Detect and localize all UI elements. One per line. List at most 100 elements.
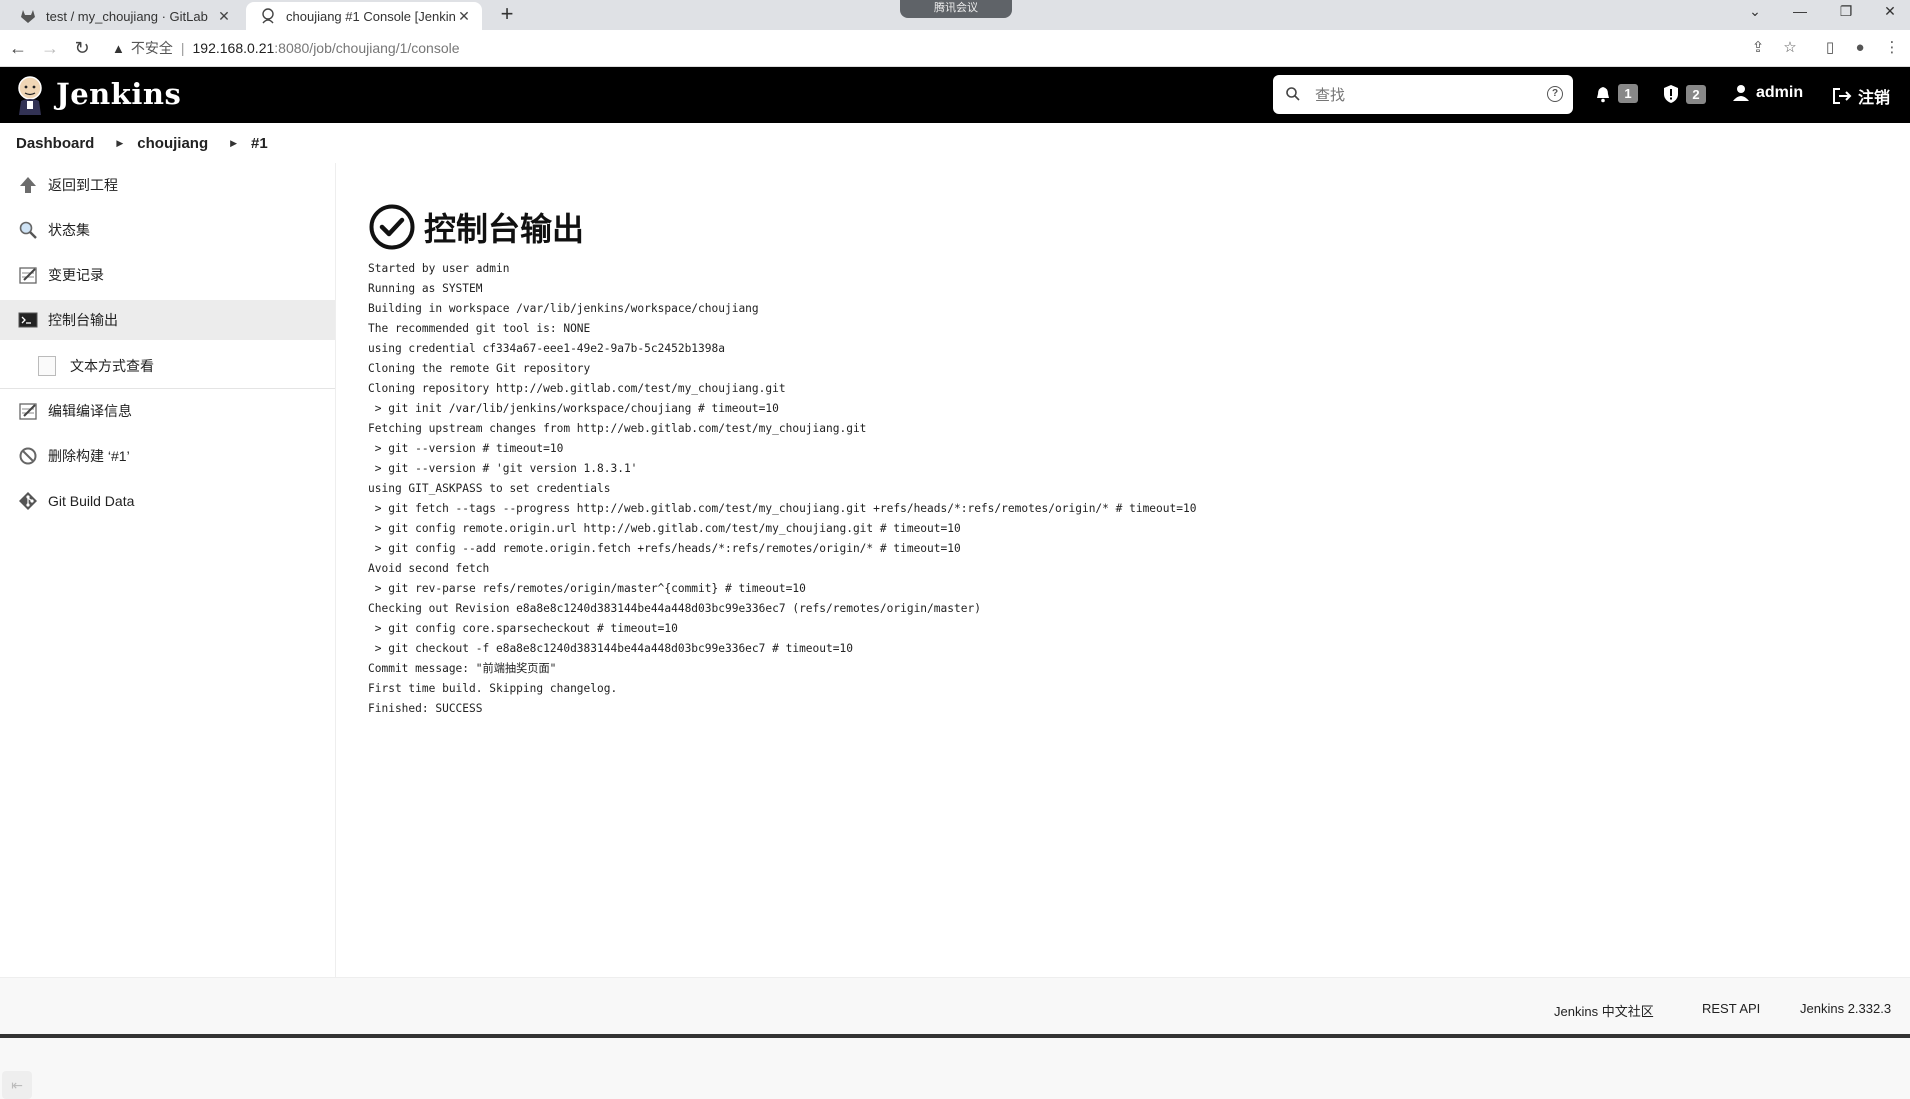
breadcrumb-build[interactable]: #1: [251, 135, 268, 152]
console-line: Running as SYSTEM: [368, 282, 483, 295]
logout-button[interactable]: 注销: [1832, 84, 1890, 108]
breadcrumb-job[interactable]: choujiang: [137, 135, 208, 152]
console-line: using GIT_ASKPASS to set credentials: [368, 482, 611, 495]
sidebar-item-delete-build[interactable]: 删除构建 ‘#1’: [0, 436, 335, 476]
sidebar: 返回到工程 状态集 变更记录 控制台输出 文本方式查看 编辑编译信息 删除构建 …: [0, 163, 336, 1099]
gitlab-icon: [20, 8, 36, 24]
search-box[interactable]: ?: [1273, 75, 1573, 114]
jenkins-header: Jenkins ? 1 2 admin 注销: [0, 67, 1910, 123]
document-icon: [38, 356, 56, 376]
tab-title: test / my_choujiang · GitLab: [46, 8, 208, 24]
back-icon[interactable]: ←: [6, 36, 30, 60]
console-output: Started by user admin Running as SYSTEM Bu…: [368, 259, 1196, 719]
shield-icon: [1664, 85, 1678, 103]
tab-search-icon[interactable]: ⌄: [1735, 0, 1775, 22]
sidebar-item-back-to-project[interactable]: 返回到工程: [0, 165, 335, 205]
notifications-badge: 1: [1618, 84, 1638, 103]
terminal-icon: [16, 308, 40, 332]
sidebar-item-label: 删除构建 ‘#1’: [48, 448, 130, 464]
console-line: > git config remote.origin.url http://we…: [368, 522, 961, 535]
console-line: > git fetch --tags --progress http://web…: [368, 502, 1197, 515]
divider: [0, 388, 335, 389]
security-button[interactable]: 2: [1662, 84, 1706, 104]
console-line: > git config --add remote.origin.fetch +…: [368, 542, 961, 555]
url-field[interactable]: ▲ 不安全 | 192.168.0.21:8080/job/choujiang/…: [112, 36, 460, 60]
chevron-right-icon[interactable]: ▶: [230, 138, 237, 149]
footer-rest-api-link[interactable]: REST API: [1702, 1001, 1760, 1016]
page-title-row: 控制台输出: [368, 203, 584, 251]
console-line: Cloning the remote Git repository: [368, 362, 591, 375]
notepad-icon: [16, 399, 40, 423]
footer-version-link[interactable]: Jenkins 2.332.3: [1800, 1001, 1891, 1016]
tab-close-icon[interactable]: ✕: [216, 8, 232, 25]
sidebar-item-edit-build-info[interactable]: 编辑编译信息: [0, 391, 335, 431]
console-line: Avoid second fetch: [368, 562, 490, 575]
notifications-button[interactable]: 1: [1594, 84, 1638, 103]
sidebar-item-git-build-data[interactable]: Git Build Data: [0, 481, 335, 521]
bookmark-star-icon[interactable]: ☆: [1778, 36, 1802, 60]
sidebar-item-plain-text[interactable]: 文本方式查看: [0, 344, 335, 388]
profile-icon[interactable]: ●: [1848, 36, 1872, 60]
side-panel-icon[interactable]: ▯: [1818, 36, 1842, 60]
sidebar-item-label: Git Build Data: [48, 493, 135, 509]
search-input[interactable]: [1313, 83, 1537, 107]
jenkins-logo-icon[interactable]: [14, 75, 46, 115]
console-line: > git checkout -f e8a8e8c1240d383144be44…: [368, 642, 853, 655]
footer-community-link[interactable]: Jenkins 中文社区: [1554, 1001, 1654, 1020]
tab-gitlab[interactable]: test / my_choujiang · GitLab ✕: [6, 2, 242, 30]
chevron-right-icon[interactable]: ▶: [116, 138, 123, 149]
console-line: > git init /var/lib/jenkins/workspace/ch…: [368, 402, 779, 415]
close-window-icon[interactable]: ✕: [1870, 0, 1910, 22]
sidebar-item-console-output[interactable]: 控制台输出: [0, 300, 335, 340]
search-help-icon[interactable]: ?: [1547, 86, 1563, 102]
sidebar-item-changes[interactable]: 变更记录: [0, 255, 335, 295]
address-bar: ← → ↻ ▲ 不安全 | 192.168.0.21:8080/job/chou…: [0, 30, 1910, 67]
search-icon: [1286, 87, 1300, 101]
footer: Jenkins 中文社区 REST API Jenkins 2.332.3: [0, 977, 1910, 1039]
notepad-icon: [16, 263, 40, 287]
logout-icon: [1833, 88, 1852, 104]
tab-title: choujiang #1 Console [Jenkins]: [286, 8, 456, 24]
sidebar-item-label: 变更记录: [48, 267, 104, 283]
console-line: Checking out Revision e8a8e8c1240d383144…: [368, 602, 981, 615]
main-content: 控制台输出 Started by user admin Running as SY…: [336, 163, 1910, 977]
jenkins-brand[interactable]: Jenkins: [56, 77, 181, 111]
check-circle-icon: [369, 204, 415, 250]
reload-icon[interactable]: ↻: [70, 36, 94, 60]
page-title: 控制台输出: [424, 211, 585, 247]
url-host: 192.168.0.21: [192, 40, 275, 56]
user-menu[interactable]: admin: [1732, 84, 1803, 102]
sidebar-item-label: 控制台输出: [48, 312, 118, 328]
new-tab-button[interactable]: +: [494, 2, 520, 28]
minimize-icon[interactable]: —: [1780, 0, 1820, 22]
collapse-sidebar-icon[interactable]: ⇤: [2, 1071, 32, 1099]
sidebar-item-label: 文本方式查看: [70, 358, 154, 374]
console-line: > git config core.sparsecheckout # timeo…: [368, 622, 678, 635]
up-arrow-icon: [16, 173, 40, 197]
tab-jenkins-console[interactable]: choujiang #1 Console [Jenkins] ✕: [246, 2, 482, 30]
forward-icon[interactable]: →: [38, 36, 62, 60]
console-line: Building in workspace /var/lib/jenkins/w…: [368, 302, 759, 315]
user-icon: [1733, 85, 1749, 101]
console-line: > git --version # timeout=10: [368, 442, 564, 455]
bottom-edge: [0, 1034, 1910, 1038]
restore-icon[interactable]: ❐: [1826, 0, 1866, 22]
jenkins-icon: [260, 8, 276, 24]
no-entry-icon: [16, 444, 40, 468]
console-line: using credential cf334a67-eee1-49e2-9a7b…: [368, 342, 725, 355]
meeting-overlay-pill[interactable]: 腾讯会议: [900, 0, 1012, 18]
console-line: > git --version # 'git version 1.8.3.1': [368, 462, 638, 475]
sidebar-item-status[interactable]: 状态集: [0, 210, 335, 250]
url-path: :8080/job/choujiang/1/console: [274, 40, 460, 56]
tab-close-icon[interactable]: ✕: [456, 8, 472, 25]
magnifier-icon: [16, 218, 40, 242]
browser-menu-icon[interactable]: ⋮: [1880, 36, 1904, 60]
insecure-label: 不安全: [130, 40, 173, 56]
sidebar-item-label: 状态集: [48, 222, 90, 238]
share-icon[interactable]: ⇪: [1746, 36, 1770, 60]
sidebar-item-label: 返回到工程: [48, 177, 118, 193]
url-separator: |: [180, 40, 185, 56]
console-line: The recommended git tool is: NONE: [368, 322, 591, 335]
breadcrumb-dashboard[interactable]: Dashboard: [16, 135, 94, 152]
console-line: Fetching upstream changes from http://we…: [368, 422, 867, 435]
